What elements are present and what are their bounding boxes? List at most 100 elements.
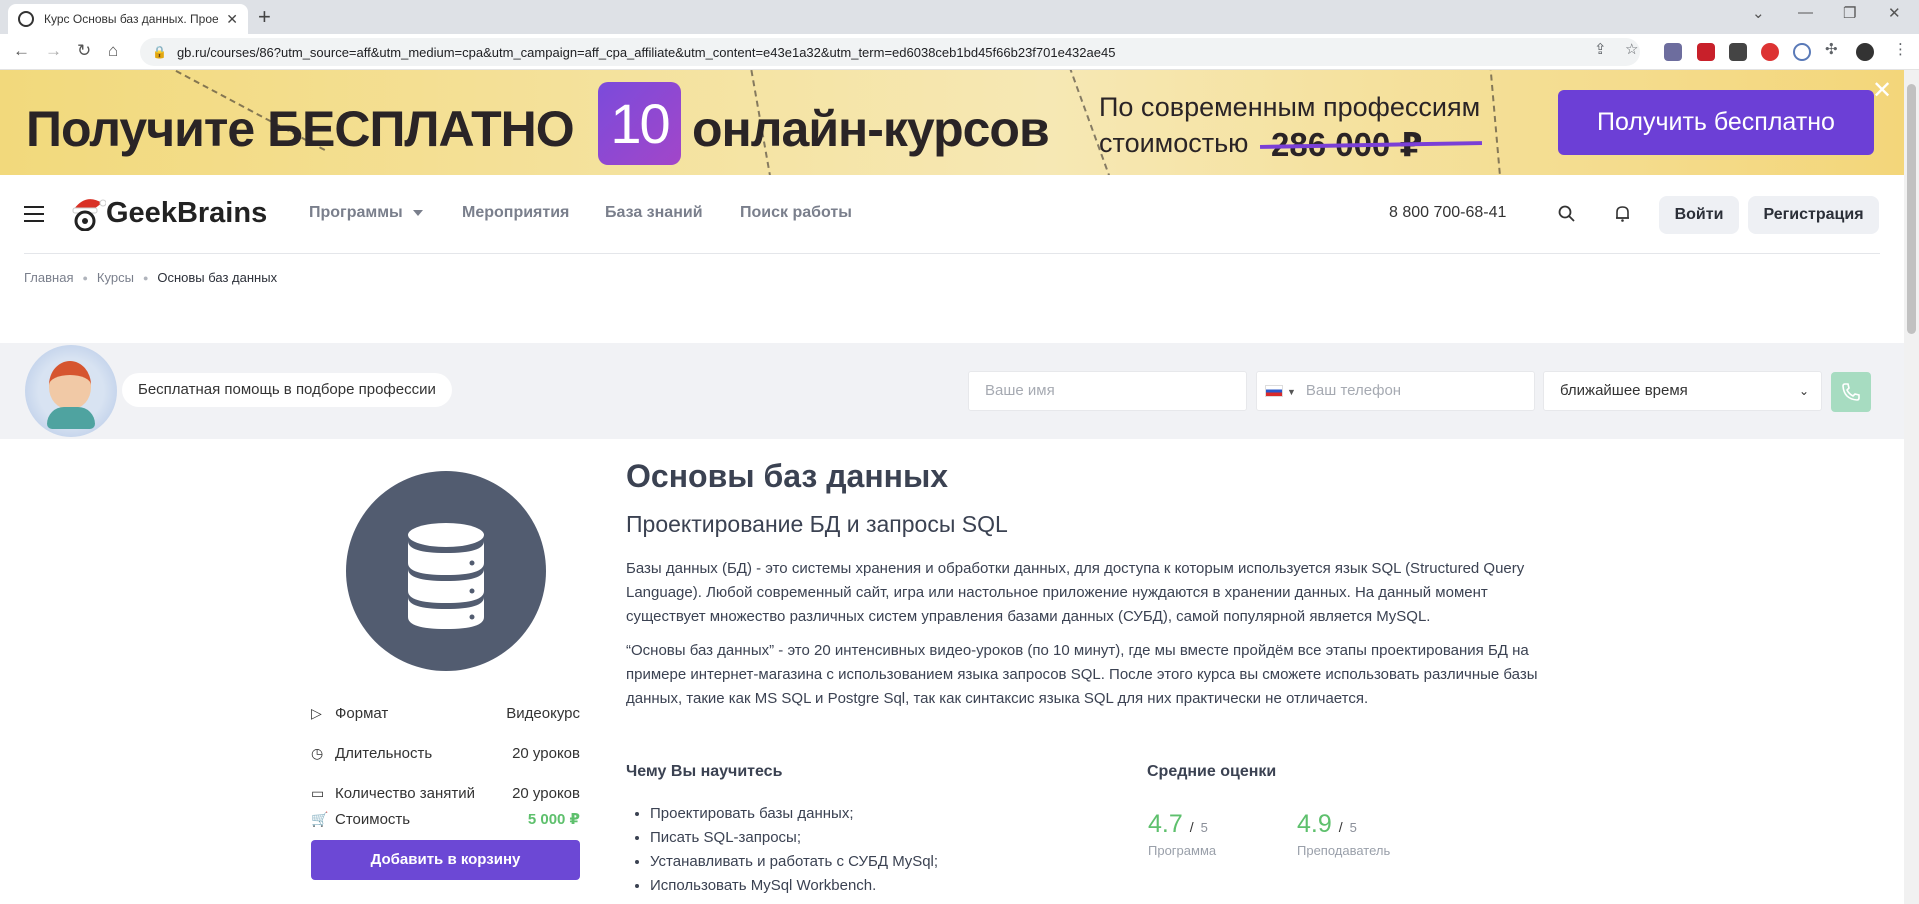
rating-teacher-label: Преподаватель [1297, 843, 1391, 858]
list-item: Устанавливать и работать с СУБД MySql; [650, 850, 938, 874]
russia-flag-icon[interactable] [1265, 385, 1283, 398]
list-item: Использовать MySql Workbench. [650, 874, 938, 898]
tab-close-icon[interactable]: ✕ [226, 11, 238, 28]
breadcrumb-courses[interactable]: Курсы [97, 270, 134, 285]
monitor-icon: ▭ [311, 785, 325, 801]
course-price: 5 000 ₽ [527, 811, 580, 828]
new-tab-button[interactable]: + [258, 4, 271, 30]
home-icon[interactable]: ⌂ [108, 42, 118, 60]
help-label: Бесплатная помощь в подборе профессии [122, 373, 452, 407]
menu-icon[interactable] [24, 206, 44, 227]
rating-program: 4.7 / 5 [1148, 810, 1208, 838]
extension-vpn-icon[interactable] [1793, 43, 1811, 61]
learn-section-title: Чему Вы научитесь [626, 763, 783, 780]
rating-program-label: Программа [1148, 843, 1217, 858]
list-item: Писать SQL-запросы; [650, 826, 938, 850]
chevron-down-icon: ⌄ [1798, 384, 1809, 398]
nav-events[interactable]: Мероприятия [462, 204, 569, 222]
browser-tab[interactable]: Курс Основы баз данных. Прое ✕ [8, 4, 248, 34]
banner-subline-2: стоимостью [1099, 128, 1249, 158]
meta-duration: ◷ Длительность 20 уроков [311, 745, 580, 762]
help-form-strip: Бесплатная помощь в подборе профессии Ва… [0, 343, 1904, 439]
phone-number[interactable]: 8 800 700-68-41 [1389, 204, 1506, 222]
tab-title: Курс Основы баз данных. Прое [44, 12, 219, 26]
promo-banner[interactable]: Получите БЕСПЛАТНО 10 онлайн-курсов По с… [0, 70, 1904, 175]
profile-avatar[interactable] [1856, 43, 1874, 61]
lock-icon: 🔒 [152, 45, 167, 59]
meta-price: 🛒 Стоимость 5 000 ₽ [311, 810, 580, 829]
extension-screenshot-icon[interactable] [1729, 43, 1747, 61]
breadcrumb-separator-icon: ● [142, 272, 149, 283]
nav-knowledge-base[interactable]: База знаний [605, 204, 703, 222]
rating-teacher: 4.9 / 5 [1297, 810, 1357, 838]
chevron-down-icon [412, 209, 423, 216]
minimize-icon[interactable]: — [1798, 4, 1813, 21]
register-button[interactable]: Регистрация [1748, 196, 1879, 234]
breadcrumb-current: Основы баз данных [157, 270, 278, 285]
time-select[interactable]: ближайшее время ⌄ [1543, 371, 1822, 411]
login-button[interactable]: Войти [1659, 196, 1739, 234]
page-scrollbar[interactable] [1904, 70, 1919, 904]
banner-number-badge: 10 [598, 82, 681, 165]
forward-icon[interactable]: → [45, 42, 62, 60]
site-header: GeekBrains Программы Мероприятия База зн… [0, 175, 1904, 253]
meta-lessons: ▭ Количество занятий 20 уроков [311, 785, 580, 802]
extension-pdf-icon[interactable] [1697, 43, 1715, 61]
extensions-puzzle-icon[interactable]: ✣ [1825, 40, 1838, 58]
database-icon [408, 523, 484, 629]
clock-icon: ◷ [311, 745, 324, 761]
play-icon: ▷ [311, 705, 322, 721]
gb-favicon-icon [18, 11, 34, 27]
avatar-body [47, 407, 95, 429]
nav-programs[interactable]: Программы [309, 204, 423, 222]
url-text[interactable]: gb.ru/courses/86?utm_source=aff&utm_medi… [177, 45, 1115, 60]
course-title: Основы баз данных [626, 458, 949, 494]
banner-subline-1: По современным профессиям [1099, 92, 1481, 122]
get-free-button[interactable]: Получить бесплатно [1558, 90, 1874, 155]
back-icon[interactable]: ← [13, 42, 30, 60]
extension-pen-icon[interactable] [1664, 43, 1682, 61]
phone-input[interactable]: ▼ Ваш телефон [1256, 371, 1535, 411]
breadcrumb-home[interactable]: Главная [24, 270, 73, 285]
avatar-face [49, 361, 91, 409]
learn-list: Проектировать базы данных; Писать SQL-за… [650, 802, 938, 898]
tab-search-icon[interactable]: ⌄ [1752, 4, 1765, 22]
database-illustration [346, 471, 546, 671]
name-input[interactable]: Ваше имя [968, 371, 1247, 411]
banner-close-icon[interactable]: ✕ [1872, 76, 1892, 105]
bell-icon[interactable] [1615, 205, 1630, 222]
scrollbar-thumb[interactable] [1907, 84, 1916, 334]
course-description-2: “Основы баз данных” - это 20 интенсивных… [626, 642, 1538, 707]
browser-tab-bar: Курс Основы баз данных. Прое ✕ + ⌄ — ❐ ✕ [0, 0, 1919, 34]
nav-job-search[interactable]: Поиск работы [740, 204, 852, 222]
ratings-section-title: Средние оценки [1147, 763, 1277, 780]
list-item: Проектировать базы данных; [650, 802, 938, 826]
breadcrumb: Главная ● Курсы ● Основы баз данных [24, 270, 277, 285]
meta-format: ▷ Формат Видеокурс [311, 705, 580, 722]
browser-toolbar: ← → ↻ ⌂ 🔒 gb.ru/courses/86?utm_source=af… [0, 34, 1919, 70]
course-description-1: Базы данных (БД) - это системы хранения … [626, 560, 1525, 625]
phone-icon [1842, 383, 1860, 401]
extension-adblock-icon[interactable] [1761, 43, 1779, 61]
share-icon[interactable]: ⇪ [1594, 40, 1607, 58]
banner-headline-left: Получите БЕСПЛАТНО [26, 101, 575, 157]
restore-icon[interactable]: ❐ [1843, 4, 1856, 22]
add-to-cart-button[interactable]: Добавить в корзину [311, 840, 580, 880]
reload-icon[interactable]: ↻ [77, 42, 91, 60]
address-bar[interactable]: 🔒 gb.ru/courses/86?utm_source=aff&utm_me… [140, 38, 1640, 66]
logo[interactable]: GeekBrains [106, 197, 267, 230]
window-close-icon[interactable]: ✕ [1888, 4, 1901, 22]
consultant-avatar [25, 345, 117, 437]
header-divider [24, 253, 1880, 254]
search-icon[interactable] [1558, 205, 1575, 222]
call-button[interactable] [1831, 372, 1871, 412]
breadcrumb-separator-icon: ● [82, 272, 88, 283]
banner-headline-right: онлайн-курсов [692, 101, 1050, 157]
banner-decor-line [1489, 70, 1501, 174]
browser-menu-icon[interactable]: ⋮ [1893, 40, 1908, 58]
logo-santa-hat-icon [72, 199, 106, 231]
chevron-down-icon: ▼ [1287, 387, 1296, 397]
cart-icon: 🛒 [311, 810, 329, 827]
bookmark-star-icon[interactable]: ☆ [1625, 40, 1638, 58]
course-subtitle: Проектирование БД и запросы SQL [626, 511, 1008, 537]
